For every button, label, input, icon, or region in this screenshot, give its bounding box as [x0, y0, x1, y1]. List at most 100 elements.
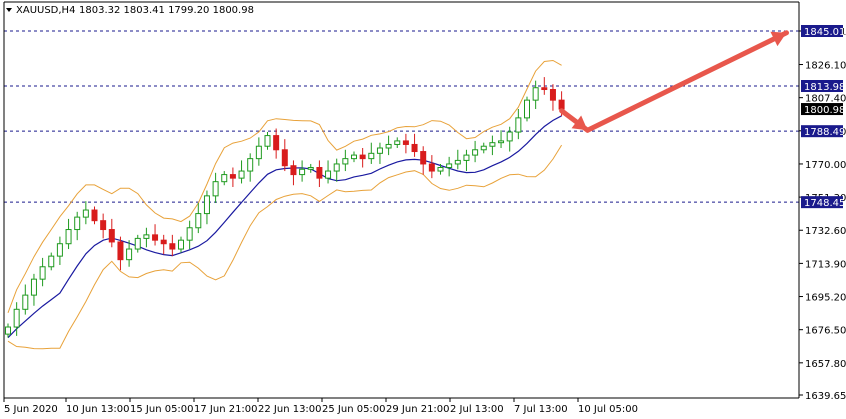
triangle-down-icon[interactable] [6, 8, 12, 12]
candle-bull [82, 209, 89, 218]
x-tick-label: 22 Jun 13:00 [258, 404, 322, 415]
candle-bull [368, 152, 375, 160]
candle-bear [290, 165, 297, 176]
y-tick-label: 1695.20 [805, 293, 846, 304]
y-tick-label: 1639.65 [805, 391, 846, 402]
band-lower [7, 144, 563, 350]
candle-bull [515, 117, 522, 133]
level-lines-layer [4, 30, 799, 203]
symbol-label: XAUUSD,H4 [16, 5, 75, 16]
candle-bear [273, 135, 280, 151]
ohlc-values: 1803.32 1803.41 1799.20 1800.98 [79, 5, 254, 16]
candle-bear [420, 151, 427, 165]
candle-bull [48, 255, 55, 268]
candle-bull [524, 99, 530, 119]
candle-bull [238, 170, 245, 179]
y-tick-label: 1732.60 [805, 226, 846, 237]
candle-bull [351, 154, 357, 160]
candle-bull [307, 167, 314, 170]
candle-bull [56, 243, 63, 257]
candle-bull [463, 154, 470, 161]
candle-bull [65, 229, 72, 245]
x-tick-label: 15 Jun 05:00 [130, 404, 194, 415]
candle-bull [143, 234, 150, 239]
level-label: 1788.49 [804, 127, 845, 138]
y-tick-label: 1676.50 [805, 326, 846, 337]
candle-bull [472, 149, 479, 156]
x-tick-label: 7 Jul 13:00 [514, 404, 568, 415]
candle-bull [74, 216, 81, 231]
candle-bear [152, 234, 159, 241]
candle-bull [498, 140, 505, 144]
level-label: 1813.98 [804, 82, 845, 93]
candle-bull [264, 135, 271, 147]
candle-bear [428, 163, 435, 172]
candles-layer [5, 77, 565, 338]
x-tick-label: 10 Jul 05:00 [578, 404, 638, 415]
y-tick-label: 1826.10 [805, 61, 846, 72]
candle-bear [229, 174, 236, 179]
candle-bull [5, 326, 11, 335]
level-label: 1845.01 [804, 27, 845, 38]
candle-bear [169, 243, 176, 250]
candle-bear [281, 149, 288, 167]
candle-bear [100, 220, 107, 231]
x-tick-label: 29 Jun 21:00 [386, 404, 450, 415]
candle-bull [134, 237, 141, 250]
y-tick-label: 1657.80 [805, 359, 846, 370]
x-tick-label: 10 Jun 13:00 [66, 404, 130, 415]
trading-chart: 1845.011826.101807.401788.701770.001751.… [0, 0, 846, 419]
x-tick-label: 17 Jun 21:00 [194, 404, 258, 415]
y-tick-label: 1713.90 [805, 259, 846, 270]
candle-bear [541, 87, 548, 91]
candle-bull [212, 181, 219, 197]
candle-bear [359, 154, 366, 160]
axes-layer [3, 1, 800, 399]
candle-bull [299, 168, 306, 176]
candle-bear [411, 143, 418, 153]
candle-bull [325, 170, 332, 179]
bands-layer [7, 59, 563, 350]
candle-bull [13, 308, 20, 328]
candle-bull [333, 163, 340, 172]
candle-bull [532, 87, 539, 101]
y-tick-label: 1770.00 [805, 160, 846, 171]
candle-bull [437, 167, 444, 172]
candle-bull [342, 158, 349, 165]
x-tick-label: 25 Jun 05:00 [322, 404, 386, 415]
annotation-layer [559, 30, 789, 133]
x-tick-labels: 5 Jun 2020 10 Jun 13:00 15 Jun 05:00 17 Jun… [3, 398, 638, 415]
candle-bull [126, 248, 133, 261]
candle-bear [402, 140, 409, 145]
chart-canvas: 1845.011826.101807.401788.701770.001751.… [3, 1, 846, 415]
candle-bull [506, 131, 513, 142]
candle-bull [221, 174, 228, 183]
level-labels: 1845.01 1813.98 1788.49 1748.45 1800.98 [801, 25, 845, 209]
candle-bull [446, 163, 453, 168]
candle-bear [558, 99, 565, 110]
current-price-label: 1800.98 [804, 105, 845, 116]
candle-bear [117, 241, 124, 261]
candle-bull [480, 145, 487, 151]
candle-bull [376, 147, 383, 154]
x-tick-label: 5 Jun 2020 [4, 404, 58, 415]
candle-bear [108, 229, 115, 243]
candle-bear [91, 209, 98, 222]
candle-bull [30, 278, 37, 296]
candle-bull [39, 266, 46, 280]
candle-bull [195, 213, 202, 229]
candle-bull [186, 227, 193, 241]
candle-bull [385, 143, 392, 149]
candle-bull [247, 158, 254, 172]
candle-bear [549, 89, 556, 101]
candle-bull [203, 195, 210, 215]
candle-bull [394, 140, 401, 145]
candle-bull [22, 294, 29, 310]
level-label: 1748.45 [804, 198, 845, 209]
candle-bull [489, 142, 496, 147]
trend-arrow-shaft [585, 30, 789, 133]
candle-bull [178, 239, 184, 250]
candle-bull [255, 145, 262, 160]
candle-bear [160, 239, 167, 245]
y-tick-label: 1807.40 [805, 94, 846, 105]
